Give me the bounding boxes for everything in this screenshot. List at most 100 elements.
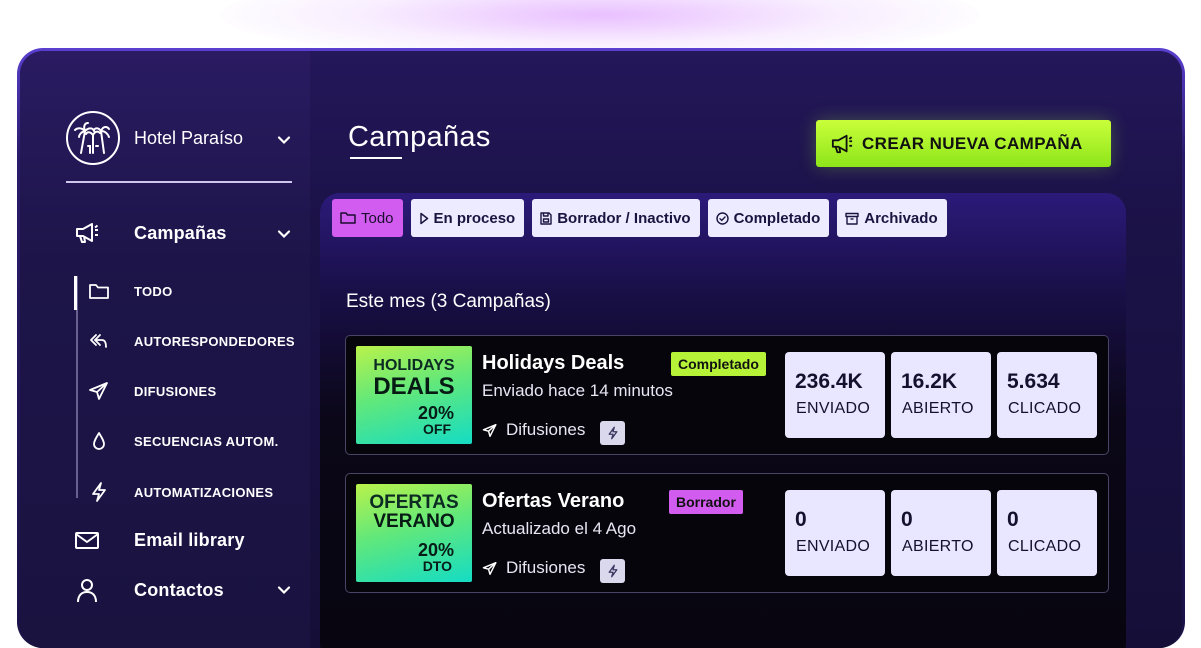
sidebar-divider	[66, 181, 292, 183]
filter-tabs: Todo En proceso Borrador / Inactivo Comp…	[332, 199, 955, 237]
filter-draft-inactive[interactable]: Borrador / Inactivo	[532, 199, 700, 237]
sidebar-item-campaigns[interactable]: Campañas	[74, 221, 226, 245]
folder-icon	[340, 211, 361, 225]
send-icon	[88, 381, 110, 401]
campaign-type: Difusiones	[482, 558, 585, 578]
section-title: Este mes (3 Campañas)	[346, 291, 551, 312]
send-icon	[482, 423, 498, 438]
filter-label: Todo	[361, 209, 394, 227]
palm-trees-logo-icon	[66, 111, 120, 165]
sidebar-item-label: Email library	[134, 529, 245, 550]
filter-in-progress[interactable]: En proceso	[410, 199, 525, 237]
sidebar-item-email-library[interactable]: Email library	[74, 529, 244, 551]
send-icon	[482, 561, 498, 576]
stat-label: ABIERTO	[902, 538, 974, 555]
stat-opened: 16.2K ABIERTO	[891, 352, 991, 438]
submenu-active-indicator	[74, 276, 77, 310]
create-campaign-button[interactable]: CREAR NUEVA CAMPAÑA	[816, 120, 1111, 167]
filter-label: Borrador / Inactivo	[557, 209, 691, 227]
sidebar-item-sequences[interactable]: SECUENCIAS AUTOM.	[88, 426, 278, 456]
sidebar-item-label: SECUENCIAS AUTOM.	[134, 433, 279, 449]
campaign-thumbnail: OFERTAS VERANO 20% DTO	[356, 484, 472, 582]
hotel-name: Hotel Paraíso	[134, 127, 244, 148]
sidebar: Hotel Paraíso Campañas TODO AUTORESPONDE…	[20, 51, 310, 648]
stat-sent: 236.4K ENVIADO	[785, 352, 885, 438]
stat-value: 236.4K	[795, 370, 863, 393]
campaign-type-label: Difusiones	[506, 558, 586, 577]
filter-completed[interactable]: Completado	[707, 199, 830, 237]
filter-archived[interactable]: Archivado	[837, 199, 947, 237]
stat-value: 0	[901, 508, 913, 531]
campaign-subtitle: Actualizado el 4 Ago	[482, 519, 637, 538]
thumbnail-discount: 20%	[417, 403, 454, 423]
drop-icon	[88, 430, 110, 452]
filter-label: En proceso	[433, 209, 516, 227]
stat-value: 0	[1007, 508, 1019, 531]
sidebar-item-label: TODO	[134, 283, 173, 299]
stat-value: 16.2K	[901, 370, 958, 393]
thumbnail-discount: 20%	[417, 540, 454, 560]
stat-value: 5.634	[1007, 370, 1060, 393]
automation-chip[interactable]	[600, 559, 625, 583]
check-circle-icon	[715, 211, 734, 225]
campaign-subtitle: Enviado hace 14 minutos	[482, 381, 673, 400]
create-campaign-label: CREAR NUEVA CAMPAÑA	[862, 133, 1083, 153]
chevron-down-icon[interactable]	[276, 582, 292, 598]
sidebar-item-label: AUTORESPONDEDORES	[134, 333, 295, 349]
bolt-icon	[606, 563, 620, 579]
stat-sent: 0 ENVIADO	[785, 490, 885, 576]
chevron-down-icon[interactable]	[276, 132, 292, 148]
sidebar-item-broadcasts[interactable]: DIFUSIONES	[88, 376, 216, 406]
campaign-card[interactable]: OFERTAS VERANO 20% DTO Ofertas Verano Bo…	[345, 473, 1109, 593]
thumbnail-line2: DEALS	[373, 373, 455, 400]
status-badge: Borrador	[669, 490, 743, 514]
megaphone-icon	[830, 133, 854, 155]
thumbnail-line2: VERANO	[373, 511, 455, 532]
sidebar-item-todo[interactable]: TODO	[88, 276, 172, 306]
title-underline	[350, 157, 402, 159]
filter-todo[interactable]: Todo	[332, 199, 403, 237]
app-frame: Hotel Paraíso Campañas TODO AUTORESPONDE…	[17, 48, 1185, 648]
filter-label: Archivado	[864, 209, 938, 227]
bolt-icon	[606, 425, 620, 441]
campaigns-panel: Todo En proceso Borrador / Inactivo Comp…	[320, 193, 1126, 648]
stat-label: ABIERTO	[902, 400, 974, 417]
archive-icon	[845, 212, 864, 225]
page-title: Campañas	[348, 121, 491, 153]
megaphone-icon	[74, 221, 100, 245]
chevron-down-icon[interactable]	[276, 226, 292, 242]
user-icon	[74, 577, 100, 603]
stat-value: 0	[795, 508, 807, 531]
sidebar-item-label: DIFUSIONES	[134, 383, 217, 399]
thumbnail-suffix: OFF	[423, 421, 451, 437]
sidebar-item-autoresponders[interactable]: AUTORESPONDEDORES	[88, 326, 295, 356]
hotel-switcher[interactable]: Hotel Paraíso	[66, 111, 264, 165]
campaign-title: Holidays Deals	[482, 352, 625, 374]
stat-clicked: 5.634 CLICADO	[997, 352, 1097, 438]
sidebar-item-label: Campañas	[134, 222, 227, 243]
sidebar-item-label: AUTOMATIZACIONES	[134, 484, 274, 500]
campaign-thumbnail: HOLIDAYS DEALS 20% OFF	[356, 346, 472, 444]
campaign-card[interactable]: HOLIDAYS DEALS 20% OFF Holidays Deals Co…	[345, 335, 1109, 455]
status-badge: Completado	[671, 352, 766, 376]
play-icon	[419, 212, 434, 225]
stat-label: ENVIADO	[796, 538, 871, 555]
thumbnail-suffix: DTO	[422, 558, 452, 574]
reply-all-icon	[88, 331, 110, 351]
automation-chip[interactable]	[600, 421, 625, 445]
main-content: Campañas CREAR NUEVA CAMPAÑA Todo En pro…	[310, 51, 1182, 648]
bolt-icon	[88, 481, 110, 503]
stat-clicked: 0 CLICADO	[997, 490, 1097, 576]
stat-opened: 0 ABIERTO	[891, 490, 991, 576]
campaign-title: Ofertas Verano	[482, 490, 625, 512]
filter-label: Completado	[733, 209, 821, 227]
sidebar-item-automations[interactable]: AUTOMATIZACIONES	[88, 477, 273, 507]
save-icon	[540, 211, 557, 225]
stat-label: CLICADO	[1008, 400, 1082, 417]
campaign-type-label: Difusiones	[506, 420, 586, 439]
stat-label: ENVIADO	[796, 400, 871, 417]
mail-icon	[74, 529, 100, 551]
sidebar-item-label: Contactos	[134, 579, 224, 600]
sidebar-item-contacts[interactable]: Contactos	[74, 577, 224, 603]
app-window: Hotel Paraíso Campañas TODO AUTORESPONDE…	[20, 51, 1182, 648]
